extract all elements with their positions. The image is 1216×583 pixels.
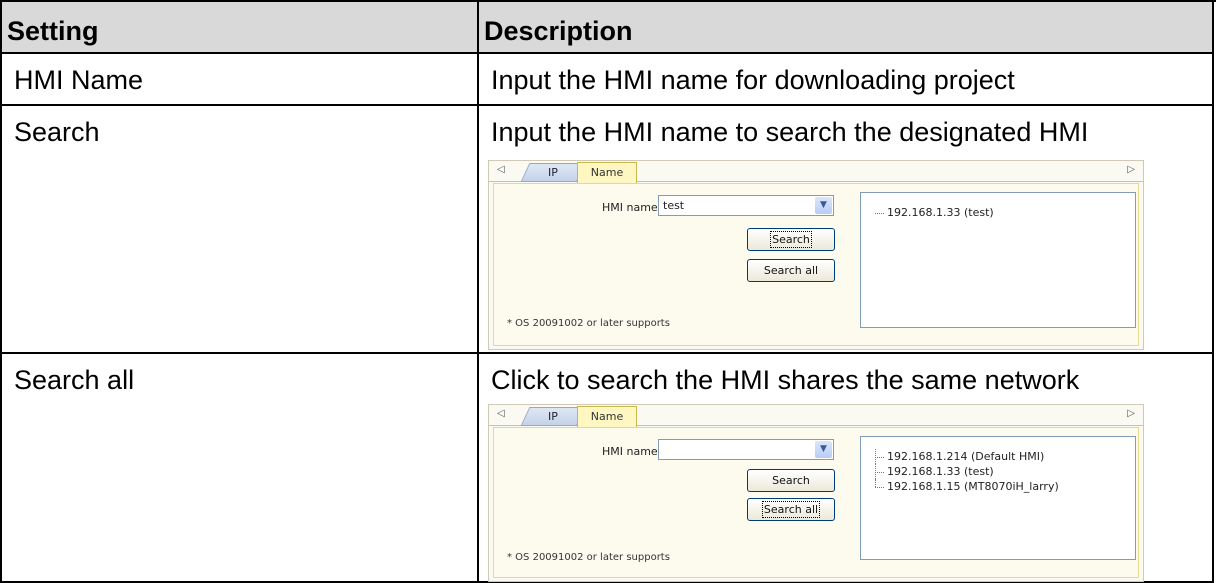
tree-item[interactable]: 192.168.1.33 (test) [875, 464, 1059, 479]
table-row-hmi-name-setting: HMI Name [2, 54, 479, 106]
right-triangle-icon[interactable]: ▷ [1127, 408, 1135, 419]
description-text: Input the HMI name to search the designa… [491, 117, 1089, 147]
header-description-label: Description [484, 16, 633, 46]
tab-name[interactable]: Name [577, 406, 637, 427]
table-row-search-setting: Search [2, 106, 479, 354]
tab-strip: ◁ IP Name ▷ [489, 405, 1143, 427]
table-row-hmi-name-description: Input the HMI name for downloading proje… [479, 54, 1214, 106]
hmi-results-tree[interactable]: 192.168.1.214 (Default HMI) 192.168.1.33… [860, 436, 1136, 560]
hmi-name-value: test [663, 199, 685, 212]
os-version-note: * OS 20091002 or later supports [507, 552, 670, 563]
tab-ip[interactable]: IP [520, 407, 586, 426]
tab-name[interactable]: Name [577, 162, 637, 183]
header-setting: Setting [2, 2, 479, 54]
header-setting-label: Setting [7, 16, 99, 46]
table-row-search-all-setting: Search all [2, 354, 479, 583]
setting-label: Search all [14, 365, 135, 395]
tab-strip: ◁ IP Name ▷ [489, 161, 1143, 183]
tab-name-label: Name [590, 166, 624, 179]
description-text: Input the HMI name for downloading proje… [491, 65, 1015, 95]
tree-item[interactable]: 192.168.1.33 (test) [875, 205, 994, 220]
search-all-button-label: Search all [761, 501, 821, 518]
hmi-name-label: HMI name : [602, 201, 665, 214]
tree-item[interactable]: 192.168.1.214 (Default HMI) [875, 449, 1059, 464]
tab-ip-label: IP [548, 410, 558, 423]
tab-content: HMI name : test ▼ Search Search all * OS… [493, 183, 1139, 346]
hmi-name-label: HMI name : [602, 445, 665, 458]
hmi-name-combobox[interactable]: ▼ [658, 439, 834, 460]
search-all-button[interactable]: Search all [747, 259, 835, 282]
header-description: Description [479, 2, 1214, 54]
hmi-name-combobox[interactable]: test ▼ [658, 195, 834, 216]
description-text: Click to search the HMI shares the same … [491, 365, 1080, 395]
setting-label: HMI Name [14, 65, 144, 95]
chevron-down-icon[interactable]: ▼ [815, 197, 832, 214]
tab-ip-label: IP [548, 166, 558, 179]
tab-content: HMI name : ▼ Search Search all * OS 2009… [493, 427, 1139, 578]
chevron-down-icon[interactable]: ▼ [815, 441, 832, 458]
tab-ip[interactable]: IP [520, 163, 586, 182]
right-triangle-icon[interactable]: ▷ [1127, 164, 1135, 175]
tab-name-label: Name [590, 410, 624, 423]
setting-label: Search [14, 117, 100, 147]
left-triangle-icon[interactable]: ◁ [497, 164, 505, 175]
os-version-note: * OS 20091002 or later supports [507, 318, 670, 329]
search-button-label: Search [770, 231, 812, 248]
hmi-name-search-panel: ◁ IP Name ▷ HMI name : test ▼ Search Sea… [488, 160, 1144, 350]
left-triangle-icon[interactable]: ◁ [497, 408, 505, 419]
search-all-button[interactable]: Search all [747, 498, 835, 521]
search-button-label: Search [772, 474, 810, 487]
hmi-search-all-panel: ◁ IP Name ▷ HMI name : ▼ Search Search a… [488, 404, 1144, 582]
tree-item[interactable]: 192.168.1.15 (MT8070iH_larry) [875, 479, 1059, 494]
search-button[interactable]: Search [747, 469, 835, 492]
search-all-button-label: Search all [763, 264, 819, 277]
hmi-results-tree[interactable]: 192.168.1.33 (test) [860, 192, 1136, 328]
search-button[interactable]: Search [747, 228, 835, 251]
